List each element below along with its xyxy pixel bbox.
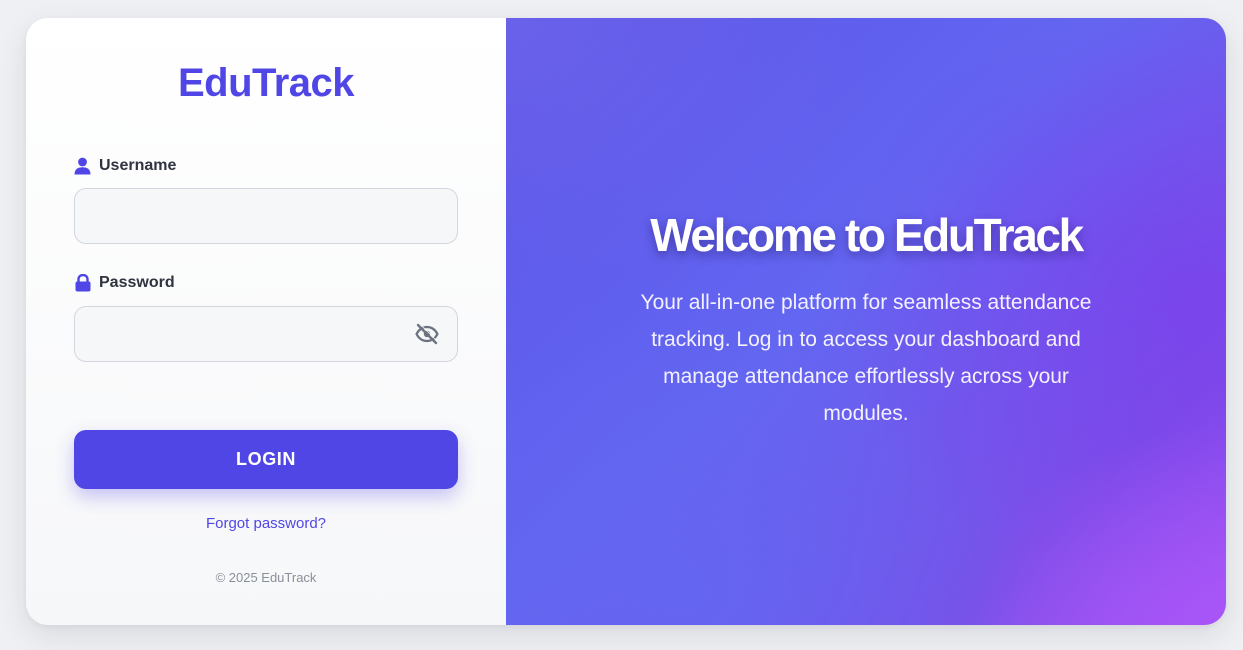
username-input[interactable] — [75, 189, 427, 243]
password-field-wrapper — [74, 306, 458, 362]
login-button[interactable]: LOGIN — [74, 430, 458, 489]
welcome-title: Welcome to EduTrack — [650, 209, 1084, 261]
welcome-description: Your all-in-one platform for seamless at… — [640, 291, 1092, 425]
login-panel: EduTrack Username Password LOGIN Forgot … — [26, 18, 506, 625]
password-label: Password — [74, 274, 175, 292]
password-input[interactable] — [75, 307, 427, 361]
copyright-footer: © 2025 EduTrack — [215, 570, 317, 585]
lock-icon — [74, 274, 91, 292]
login-card: EduTrack Username Password LOGIN Forgot … — [26, 18, 1226, 625]
welcome-panel: Welcome to EduTrack Your all-in-one plat… — [506, 18, 1226, 625]
username-label-text: Username — [99, 157, 177, 174]
eye-off-icon[interactable] — [415, 323, 439, 345]
username-label: Username — [74, 157, 176, 175]
user-icon — [74, 157, 91, 175]
username-field-wrapper — [74, 188, 458, 244]
forgot-password-link[interactable]: Forgot password? — [26, 515, 506, 532]
brand-title: EduTrack — [177, 61, 355, 105]
password-label-text: Password — [99, 274, 175, 291]
